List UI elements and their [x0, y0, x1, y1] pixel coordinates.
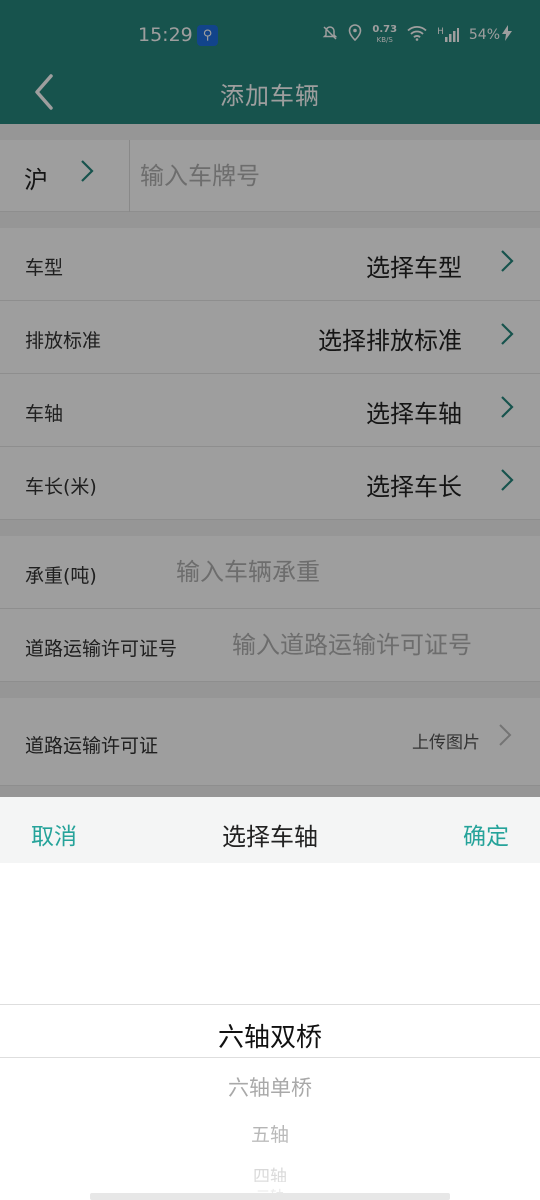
selection-line-bottom: [0, 1057, 540, 1058]
selection-line-top: [0, 1004, 540, 1005]
picker-header: 取消 选择车轴 确定: [0, 797, 540, 863]
picker-option[interactable]: 五轴: [0, 1120, 540, 1147]
picker-option-selected[interactable]: 六轴双桥: [0, 1017, 540, 1054]
confirm-button[interactable]: 确定: [463, 817, 509, 851]
picker-title: 选择车轴: [222, 823, 318, 851]
picker-option[interactable]: 四轴: [0, 1162, 540, 1182]
picker-option[interactable]: 六轴单桥: [0, 1072, 540, 1102]
axle-picker-sheet: 取消 选择车轴 确定 六轴双桥 六轴单桥 五轴 四轴 三轴: [0, 797, 540, 1200]
gesture-bar[interactable]: [90, 1193, 450, 1200]
